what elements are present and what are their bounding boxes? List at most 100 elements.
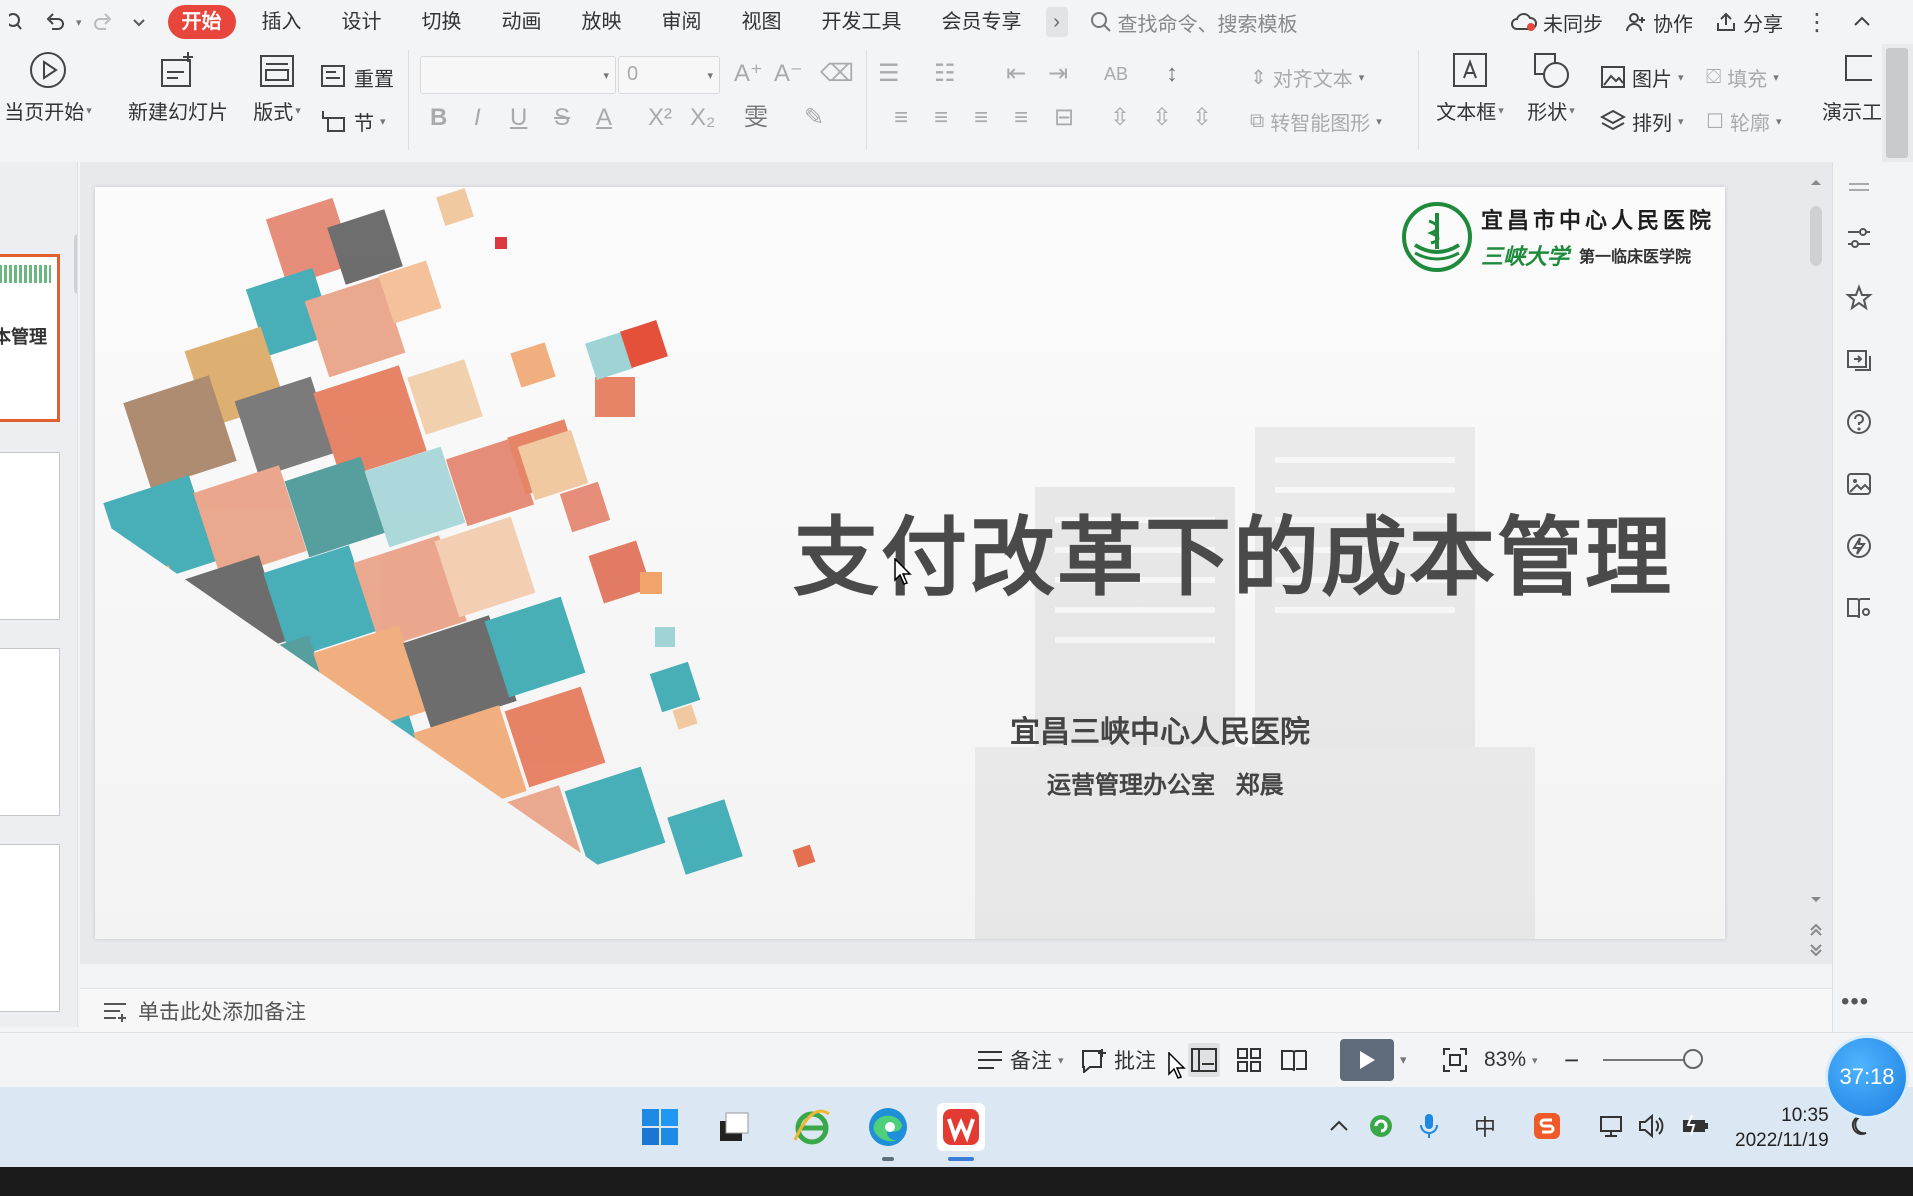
align-right-icon[interactable]: ≡	[974, 102, 988, 134]
reading-view-button[interactable]	[1280, 1043, 1308, 1077]
fit-window-button[interactable]	[1442, 1043, 1468, 1077]
subscript-icon[interactable]: X₂	[690, 102, 715, 134]
picture-button[interactable]: 图片 ▾	[1600, 62, 1684, 92]
highlight-icon[interactable]: ✎	[804, 102, 824, 134]
more-panes-icon[interactable]: •••	[1841, 988, 1869, 1016]
canvas-horizontal-scrollbar[interactable]	[100, 960, 1800, 964]
layout-button[interactable]: 版式 ▾	[246, 50, 308, 125]
slide-sorter-button[interactable]	[1236, 1043, 1262, 1077]
redo-icon[interactable]	[88, 7, 118, 37]
phonetic-guide-icon[interactable]: 雯	[744, 102, 768, 134]
normal-view-button[interactable]	[1188, 1043, 1220, 1077]
recording-timer[interactable]: 37:18	[1825, 1035, 1909, 1119]
clear-format-icon[interactable]: ⌫	[820, 58, 854, 90]
undo-icon[interactable]	[40, 7, 70, 37]
section-button[interactable]: 节 ▾	[320, 106, 386, 136]
sogou-ime-icon[interactable]	[1530, 1109, 1564, 1143]
ime-indicator[interactable]: 中	[1468, 1109, 1502, 1143]
strikethrough-icon[interactable]: S	[554, 102, 570, 134]
next-slide-icon[interactable]	[1808, 942, 1824, 958]
justify-icon[interactable]: ≡	[1014, 102, 1028, 134]
shape-button[interactable]: 形状 ▾	[1520, 50, 1582, 125]
new-slide-button[interactable]: 新建幻灯片	[124, 50, 232, 125]
more-options-icon[interactable]: ⋮	[1805, 8, 1829, 37]
comment-button[interactable]: 批注	[1080, 1043, 1156, 1077]
tab-developer[interactable]: 开发工具	[802, 5, 922, 39]
canvas-vertical-scrollbar[interactable]	[1806, 176, 1828, 958]
superscript-icon[interactable]: X²	[648, 102, 672, 134]
tab-insert[interactable]: 插入	[242, 5, 322, 39]
thumbnail-scrollbar[interactable]	[74, 234, 77, 294]
more-tabs-icon[interactable]: ›	[1045, 7, 1068, 37]
undo-dropdown-icon[interactable]: ▾	[76, 16, 82, 29]
collaborate-button[interactable]: 协作	[1625, 8, 1693, 37]
slide-thumbnail-3[interactable]	[0, 648, 60, 816]
increase-indent-icon[interactable]: ⇥	[1048, 58, 1068, 90]
align-center-icon[interactable]: ≡	[934, 102, 948, 134]
scroll-up-icon[interactable]	[1808, 176, 1824, 188]
slide-thumbnail-4[interactable]	[0, 844, 60, 1012]
decrease-indent-icon[interactable]: ⇤	[1006, 58, 1026, 90]
align-left-icon[interactable]: ≡	[894, 102, 908, 134]
slide-subtitle-hospital[interactable]: 宜昌三峡中心人民医院	[1010, 707, 1310, 751]
bullet-list-icon[interactable]: ☰	[878, 58, 900, 90]
notes-pane[interactable]: 单击此处添加备注	[80, 988, 1832, 1032]
play-from-current-button[interactable]: 当页开始 ▾	[0, 50, 96, 125]
image-edit-icon[interactable]	[1845, 470, 1873, 498]
text-box-button[interactable]: 文本框 ▾	[1430, 50, 1510, 125]
start-windows-icon[interactable]	[636, 1103, 684, 1151]
notes-toggle-button[interactable]: 备注 ▾	[976, 1043, 1064, 1077]
edge-browser-icon[interactable]	[864, 1103, 912, 1151]
tab-view[interactable]: 视图	[722, 5, 802, 39]
arrange-button[interactable]: 排列 ▾	[1600, 106, 1684, 136]
tab-home[interactable]: 开始	[167, 5, 236, 39]
fill-button[interactable]: ⛋ 填充 ▾	[1706, 62, 1779, 92]
volume-icon[interactable]	[1634, 1109, 1668, 1143]
underline-icon[interactable]: U	[510, 102, 527, 134]
tray-app-icon[interactable]	[1364, 1109, 1398, 1143]
bold-icon[interactable]: B	[430, 102, 447, 134]
wps-office-icon[interactable]	[937, 1103, 985, 1151]
slide-subtitle-author[interactable]: 运营管理办公室 郑晨	[1047, 765, 1284, 800]
tab-member[interactable]: 会员专享	[922, 5, 1042, 39]
battery-icon[interactable]	[1678, 1109, 1712, 1143]
outline-button[interactable]: ☐ 轮廓 ▾	[1706, 106, 1781, 136]
transition-icon[interactable]	[1845, 346, 1873, 374]
line-height-icon[interactable]: ⇳	[1192, 102, 1212, 134]
share-button[interactable]: 分享	[1715, 8, 1783, 37]
font-size-combo[interactable]: 0 ▾	[618, 56, 720, 94]
network-icon[interactable]	[1594, 1109, 1628, 1143]
text-direction-icon[interactable]: AB	[1104, 58, 1128, 90]
help-icon[interactable]	[1845, 408, 1873, 436]
align-text-button[interactable]: ⇕ 对齐文本 ▾	[1250, 62, 1364, 92]
italic-icon[interactable]: I	[474, 102, 481, 134]
tab-animations[interactable]: 动画	[482, 5, 562, 39]
font-color-icon[interactable]: A	[596, 102, 612, 134]
customize-toolbar-icon[interactable]	[124, 7, 154, 37]
tab-review[interactable]: 审阅	[642, 5, 722, 39]
ie-browser-icon[interactable]	[788, 1103, 836, 1151]
sync-button[interactable]: 未同步	[1511, 8, 1603, 37]
search-partial-icon[interactable]	[4, 7, 34, 37]
star-icon[interactable]	[1845, 284, 1873, 312]
smart-shape-button[interactable]: ⧉ 转智能图形 ▾	[1250, 106, 1382, 136]
tab-transitions[interactable]: 切换	[402, 5, 482, 39]
reset-button[interactable]: 重置	[320, 62, 394, 92]
slide-thumbnail-2[interactable]	[0, 452, 60, 620]
tray-overflow-icon[interactable]	[1322, 1109, 1356, 1143]
task-view-icon[interactable]	[710, 1103, 758, 1151]
paragraph-spacing-icon[interactable]: ⇳	[1152, 102, 1172, 134]
slide-thumbnail-1[interactable]: 本管理	[0, 254, 60, 422]
collapse-ribbon-icon[interactable]	[1851, 11, 1873, 33]
reading-icon[interactable]	[1845, 594, 1873, 622]
zoom-out-icon[interactable]: −	[1564, 1043, 1579, 1077]
system-clock[interactable]: 10:35 2022/11/19	[1735, 1103, 1829, 1153]
numbered-list-icon[interactable]: ☷	[934, 58, 956, 90]
ai-bolt-icon[interactable]	[1845, 532, 1873, 560]
collapse-pane-icon[interactable]	[1845, 174, 1873, 202]
microphone-icon[interactable]	[1412, 1109, 1446, 1143]
zoom-slider-knob[interactable]	[1683, 1049, 1703, 1069]
tab-design[interactable]: 设计	[322, 5, 402, 39]
slide-title[interactable]: 支付改革下的成本管理	[793, 487, 1673, 612]
command-search[interactable]: 查找命令、搜索模板	[1090, 8, 1298, 37]
